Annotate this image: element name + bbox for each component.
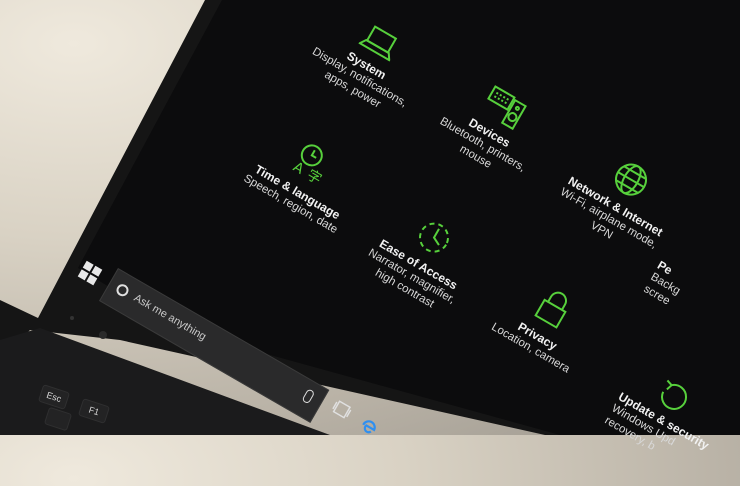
sensor-dot bbox=[99, 331, 107, 339]
svg-text:字: 字 bbox=[304, 167, 324, 188]
svg-text:A: A bbox=[290, 159, 307, 178]
indicator-light bbox=[70, 316, 74, 320]
